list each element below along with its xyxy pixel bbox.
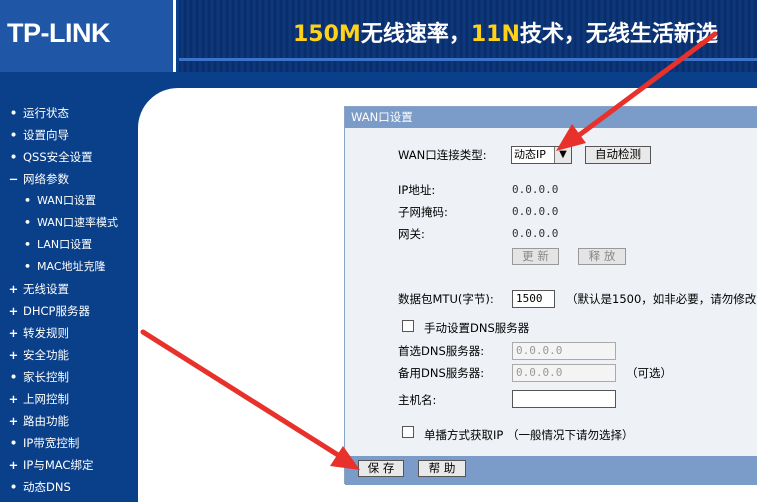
sidebar-item[interactable]: + 转发规则	[0, 322, 118, 344]
bullet-icon: •	[23, 260, 32, 273]
manual-dns-checkbox[interactable]	[402, 320, 414, 332]
slogan-text-2: 技术，无线生活新选	[519, 22, 718, 47]
mask-value: 0.0.0.0	[512, 205, 559, 218]
bullet-icon: •	[23, 216, 32, 229]
release-button[interactable]: 释 放	[578, 248, 626, 265]
sidebar-item[interactable]: • MAC地址克隆	[0, 256, 118, 278]
manual-dns-label: 手动设置DNS服务器	[424, 321, 530, 335]
header: TP-LINK 150M无线速率，11N技术，无线生活新选	[0, 0, 757, 72]
sidebar-item[interactable]: • IP带宽控制	[0, 432, 118, 454]
sidebar-menu: • 运行状态 • 设置向导 • QSS安全设置 − 网络参数 • WAN口设置 • WAN口速率模式 •…	[0, 102, 118, 498]
bullet-icon: •	[9, 106, 18, 120]
sidebar-item[interactable]: + 路由功能	[0, 410, 118, 432]
sidebar-item[interactable]: • WAN口设置	[0, 190, 118, 212]
sidebar: • 运行状态 • 设置向导 • QSS安全设置 − 网络参数 • WAN口设置 • WAN口速率模式 •…	[0, 72, 138, 502]
gateway-label: 网关:	[398, 227, 425, 241]
sidebar-item[interactable]: • WAN口速率模式	[0, 212, 118, 234]
bullet-icon: •	[23, 194, 32, 207]
sidebar-item-label: QSS安全设置	[23, 150, 93, 164]
expand-icon: +	[8, 304, 19, 318]
sidebar-item[interactable]: • 动态DNS	[0, 476, 118, 498]
sidebar-item-label: 设置向导	[23, 128, 69, 142]
sidebar-item-label: WAN口速率模式	[37, 216, 119, 229]
mtu-label: 数据包MTU(字节):	[398, 292, 494, 306]
unicast-checkbox[interactable]	[402, 426, 414, 438]
ip-value: 0.0.0.0	[512, 183, 559, 196]
mtu-input[interactable]: 1500	[512, 290, 555, 308]
dns1-input[interactable]: 0.0.0.0	[512, 342, 616, 360]
expand-icon: +	[8, 458, 19, 472]
host-label: 主机名:	[398, 393, 437, 407]
sidebar-item-label: DHCP服务器	[23, 304, 90, 318]
slogan-11n: 11N	[470, 22, 520, 47]
sidebar-item[interactable]: + 上网控制	[0, 388, 118, 410]
sidebar-item-label: MAC地址克隆	[37, 260, 106, 273]
bullet-icon: •	[9, 370, 18, 384]
expand-icon: +	[8, 348, 19, 362]
dns1-label: 首选DNS服务器:	[398, 344, 485, 358]
logo-box: TP-LINK	[0, 0, 176, 72]
bullet-icon: •	[9, 128, 18, 142]
save-button[interactable]: 保 存	[358, 460, 404, 477]
sidebar-item-label: 运行状态	[23, 106, 69, 120]
expand-icon: +	[8, 392, 19, 406]
conn-type-value: 动态IP	[514, 148, 546, 161]
auto-detect-button[interactable]: 自动检测	[585, 146, 651, 164]
sidebar-item-label: LAN口设置	[37, 238, 93, 251]
sidebar-item[interactable]: • LAN口设置	[0, 234, 118, 256]
slogan-text-1: 无线速率，	[360, 22, 471, 47]
banner: 150M无线速率，11N技术，无线生活新选	[179, 0, 757, 72]
sidebar-item[interactable]: + IP与MAC绑定	[0, 454, 118, 476]
sidebar-item[interactable]: − 网络参数	[0, 168, 118, 190]
sidebar-item-label: 转发规则	[23, 326, 69, 340]
bullet-icon: •	[9, 480, 18, 494]
sidebar-item[interactable]: + 无线设置	[0, 278, 118, 300]
tp-link-logo: TP-LINK	[7, 18, 110, 48]
mask-label: 子网掩码:	[398, 205, 448, 219]
mtu-hint: （默认是1500，如非必要，请勿修改	[566, 292, 757, 306]
sidebar-item[interactable]: + 安全功能	[0, 344, 118, 366]
sidebar-item-label: 安全功能	[23, 348, 69, 362]
help-button[interactable]: 帮 助	[418, 460, 466, 477]
dns2-input[interactable]: 0.0.0.0	[512, 364, 616, 382]
gateway-value: 0.0.0.0	[512, 227, 559, 240]
box-title: WAN口设置	[345, 107, 757, 128]
slogan-speed: 150M	[293, 22, 361, 47]
sidebar-item-label: IP带宽控制	[23, 436, 80, 450]
conn-type-select[interactable]: 动态IP ▼	[511, 146, 572, 164]
bullet-icon: •	[23, 238, 32, 251]
sidebar-item[interactable]: + DHCP服务器	[0, 300, 118, 322]
sidebar-item-label: 路由功能	[23, 414, 69, 428]
banner-slogan: 150M无线速率，11N技术，无线生活新选	[293, 16, 718, 48]
dns2-label: 备用DNS服务器:	[398, 366, 485, 380]
collapse-icon: −	[8, 172, 19, 186]
ip-label: IP地址:	[398, 183, 436, 197]
sidebar-item-label: WAN口设置	[37, 194, 97, 207]
sidebar-item-label: IP与MAC绑定	[23, 458, 94, 472]
expand-icon: +	[8, 282, 19, 296]
renew-button[interactable]: 更 新	[512, 248, 559, 265]
sidebar-item[interactable]: • 设置向导	[0, 124, 118, 146]
sidebar-item-label: 上网控制	[23, 392, 69, 406]
bullet-icon: •	[9, 436, 18, 450]
chevron-down-icon[interactable]: ▼	[554, 147, 571, 163]
sidebar-item[interactable]: • QSS安全设置	[0, 146, 118, 168]
expand-icon: +	[8, 326, 19, 340]
sidebar-item[interactable]: • 运行状态	[0, 102, 118, 124]
sidebar-item[interactable]: • 家长控制	[0, 366, 118, 388]
expand-icon: +	[8, 414, 19, 428]
sidebar-item-label: 家长控制	[23, 370, 69, 384]
dns2-optional-hint: （可选）	[626, 366, 672, 380]
hostname-input[interactable]	[512, 390, 616, 408]
banner-stripe	[179, 58, 757, 61]
conn-type-label: WAN口连接类型:	[398, 148, 487, 162]
sidebar-item-label: 无线设置	[23, 282, 69, 296]
sidebar-item-label: 网络参数	[23, 172, 69, 186]
bullet-icon: •	[9, 150, 18, 164]
unicast-label: 单播方式获取IP （一般情况下请勿选择）	[424, 428, 634, 442]
box-footer-bar	[345, 456, 757, 485]
sidebar-item-label: 动态DNS	[23, 480, 71, 494]
